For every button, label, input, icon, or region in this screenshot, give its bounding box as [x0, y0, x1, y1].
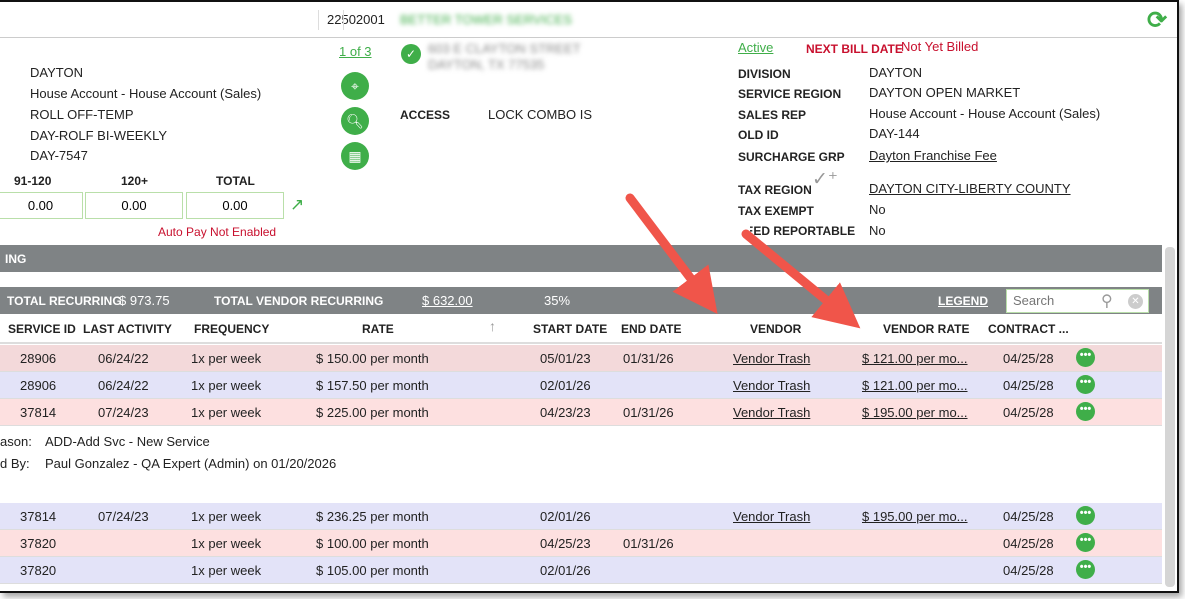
- arrow-to-vendor-rate: [741, 229, 861, 329]
- arrow-to-vendor: [625, 193, 718, 314]
- account-page: 22502001 BETTER TOWER SERVICES ⟳ DAYTON …: [0, 0, 1179, 593]
- annotation-arrows: [625, 193, 861, 329]
